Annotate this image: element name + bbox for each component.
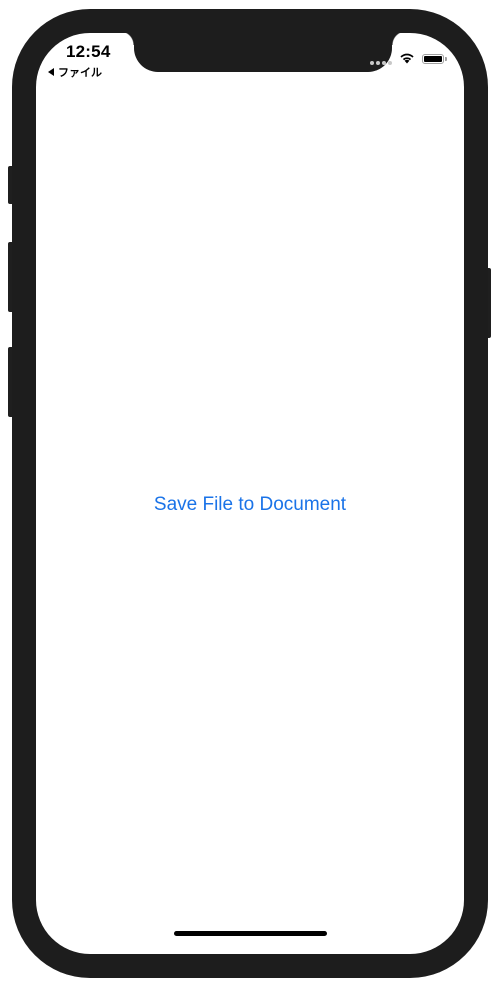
save-file-button[interactable]: Save File to Document	[36, 494, 464, 516]
back-to-app-link[interactable]: ファイル	[48, 64, 102, 80]
home-indicator[interactable]	[174, 931, 327, 936]
wifi-icon	[400, 53, 414, 64]
back-arrow-icon	[48, 68, 54, 76]
screen: 12:54 ファイル Save File to Document	[36, 33, 464, 954]
device-mockup: 12:54 ファイル Save File to Document	[0, 0, 500, 987]
status-time: 12:54	[66, 42, 111, 61]
notch	[120, 33, 406, 72]
battery-level	[424, 56, 442, 62]
battery-cap	[445, 57, 447, 61]
battery-icon	[422, 54, 444, 64]
cellular-signal-icon	[370, 61, 392, 65]
back-link-label: ファイル	[58, 67, 102, 79]
phone-frame: 12:54 ファイル Save File to Document	[12, 9, 488, 978]
